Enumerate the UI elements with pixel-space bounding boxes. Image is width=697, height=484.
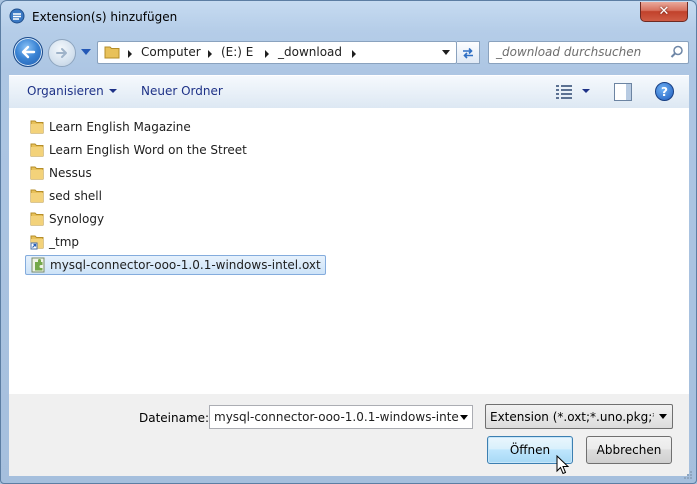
breadcrumb-computer[interactable]: Computer	[141, 45, 201, 59]
list-item[interactable]: Nessus	[25, 163, 96, 183]
app-icon	[9, 8, 25, 24]
folder-icon	[30, 189, 44, 203]
list-item-selected[interactable]: mysql-connector-ooo-1.0.1-windows-intel.…	[25, 255, 326, 275]
arrow-left-icon	[21, 45, 36, 59]
close-button[interactable]: ✕	[640, 2, 688, 22]
filename-value: mysql-connector-ooo-1.0.1-windows-inte	[214, 410, 459, 424]
forward-button[interactable]	[48, 39, 76, 67]
address-dropdown-icon[interactable]	[442, 50, 450, 55]
folder-icon	[30, 212, 44, 226]
window-title: Extension(s) hinzufügen	[32, 10, 178, 24]
list-item-label: sed shell	[49, 189, 102, 203]
dialog-footer: Dateiname: mysql-connector-ooo-1.0.1-win…	[9, 394, 689, 476]
file-dialog-window: Extension(s) hinzufügen ✕ Computer (E:) …	[0, 0, 697, 484]
back-button[interactable]	[13, 37, 43, 67]
arrow-right-icon	[56, 48, 67, 58]
refresh-button[interactable]	[457, 41, 480, 64]
chevron-down-icon	[659, 414, 667, 419]
organize-label: Organisieren	[27, 84, 104, 98]
folder-icon	[30, 166, 44, 180]
breadcrumb-separator-icon[interactable]	[128, 50, 132, 58]
new-folder-button[interactable]: Neuer Ordner	[141, 84, 223, 98]
preview-pane-icon[interactable]	[614, 83, 632, 101]
extension-file-icon	[31, 257, 45, 273]
filename-dropdown-icon[interactable]	[460, 415, 468, 420]
view-options-icon[interactable]	[555, 84, 573, 100]
list-item-label: _tmp	[49, 235, 80, 249]
list-item[interactable]: Learn English Magazine	[25, 117, 195, 137]
history-dropdown-icon[interactable]	[80, 47, 92, 57]
search-box[interactable]: _download durchsuchen	[488, 41, 689, 64]
search-placeholder: _download durchsuchen	[496, 45, 642, 59]
search-icon[interactable]	[670, 45, 684, 59]
breadcrumb-separator-icon[interactable]	[265, 50, 269, 58]
list-item[interactable]: _tmp	[25, 232, 83, 252]
list-item-label: Learn English Magazine	[49, 120, 191, 134]
breadcrumb-drive[interactable]: (E:) E	[221, 45, 253, 59]
file-type-value: Extension (*.oxt;*.uno.pkg;*.zip)	[490, 410, 654, 424]
filename-input[interactable]: mysql-connector-ooo-1.0.1-windows-inte	[209, 405, 473, 429]
list-item-label: Synology	[49, 212, 105, 226]
breadcrumb-separator-icon[interactable]	[208, 50, 212, 58]
breadcrumb-download[interactable]: _download	[278, 45, 342, 59]
refresh-icon	[463, 47, 473, 59]
folder-icon	[104, 46, 120, 59]
organize-menu[interactable]: Organisieren	[27, 84, 117, 98]
file-list[interactable]: Learn English Magazine Learn English Wor…	[9, 108, 689, 394]
folder-shortcut-icon	[30, 235, 44, 250]
folder-icon	[30, 120, 44, 134]
resize-grip-icon[interactable]	[683, 470, 693, 480]
file-type-select[interactable]: Extension (*.oxt;*.uno.pkg;*.zip)	[485, 404, 673, 429]
filename-label: Dateiname:	[139, 411, 210, 425]
chevron-down-icon	[108, 89, 117, 93]
address-bar[interactable]: Computer (E:) E _download	[97, 41, 457, 64]
command-toolbar: Organisieren Neuer Ordner ?	[9, 75, 689, 109]
list-item-label: mysql-connector-ooo-1.0.1-windows-intel.…	[50, 258, 321, 272]
view-dropdown-icon[interactable]	[582, 89, 590, 93]
list-item[interactable]: Learn English Word on the Street	[25, 140, 251, 160]
mouse-cursor-icon	[556, 455, 570, 475]
breadcrumb-separator-icon[interactable]	[352, 50, 356, 58]
folder-icon	[30, 143, 44, 157]
list-item[interactable]: Synology	[25, 209, 108, 229]
list-item[interactable]: sed shell	[25, 186, 106, 206]
help-icon[interactable]: ?	[655, 82, 674, 101]
list-item-label: Nessus	[49, 166, 92, 180]
cancel-button[interactable]: Abbrechen	[586, 436, 672, 464]
list-item-label: Learn English Word on the Street	[49, 143, 247, 157]
